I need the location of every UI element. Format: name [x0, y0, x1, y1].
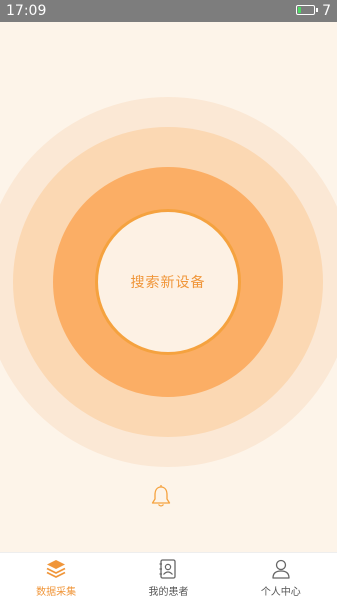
contact-card-icon [159, 559, 177, 579]
bottom-tab-bar: 数据采集 我的患者 个人中心 [0, 552, 337, 600]
tab-my-patients[interactable]: 我的患者 [112, 553, 224, 600]
status-bar: 17:09 7 [0, 0, 337, 22]
tab-label: 个人中心 [260, 587, 301, 598]
layers-icon [46, 560, 66, 578]
tab-label: 数据采集 [36, 587, 77, 598]
bell-icon[interactable] [150, 484, 172, 508]
tab-data-collection[interactable]: 数据采集 [0, 553, 112, 600]
search-new-device-label: 搜索新设备 [130, 275, 206, 291]
tab-label: 我的患者 [148, 587, 189, 598]
scan-area: 搜索新设备 [0, 22, 337, 552]
tab-personal-center[interactable]: 个人中心 [225, 553, 337, 600]
search-new-device-button[interactable]: 搜索新设备 [95, 209, 241, 355]
person-icon [272, 559, 290, 579]
battery-level: 7 [322, 3, 331, 19]
battery-icon [296, 5, 318, 15]
status-time: 17:09 [6, 3, 47, 19]
